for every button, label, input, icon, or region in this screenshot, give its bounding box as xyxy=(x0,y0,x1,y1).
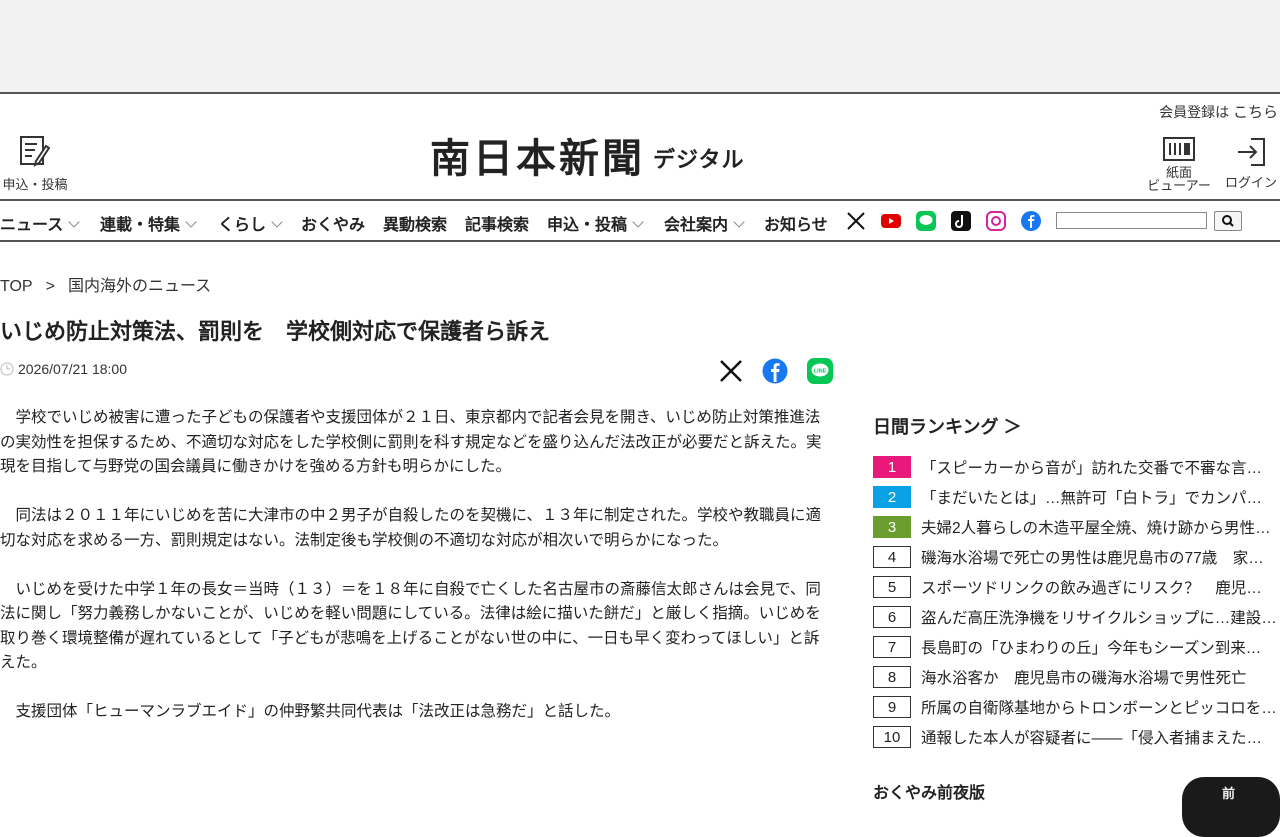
edit-document-icon xyxy=(20,136,51,167)
ranking-item[interactable]: 7 長島町の「ひまわりの丘」今年もシーズン到来… xyxy=(873,632,1277,662)
paper-viewer-button[interactable]: 紙面 ビューアー xyxy=(1142,136,1216,192)
article-date: 2026/07/21 18:00 xyxy=(0,361,127,377)
ranking-number: 1 xyxy=(873,456,911,478)
article-paragraph: いじめを受けた中学１年の長女＝当時（１３）＝を１８年に自殺で亡くした名古屋市の斎… xyxy=(0,580,821,672)
nav-article-search[interactable]: 記事検索 xyxy=(465,211,529,235)
ranking-item[interactable]: 8 海水浴客か 鹿児島市の磯海水浴場で男性死亡 xyxy=(873,662,1277,692)
ranking-item[interactable]: 1 「スピーカーから音が」訪れた交番で不審な言動… xyxy=(873,452,1277,482)
ranking-title: スポーツドリンクの飲み過ぎにリスク？ 鹿児島… xyxy=(921,580,1277,597)
ranking-item[interactable]: 4 磯海水浴場で死亡の男性は鹿児島市の77歳 家族… xyxy=(873,542,1277,572)
facebook-icon[interactable] xyxy=(1021,211,1041,231)
article-title: いじめ防止対策法、罰則を 学校側対応で保護者ら訴え xyxy=(0,319,551,344)
ranking-title: 「まだいたとは」…無許可「白トラ」でカンパニー… xyxy=(921,490,1277,507)
apply-post-button[interactable]: 申込・投稿 xyxy=(0,134,70,193)
site-logo[interactable]: 南日本新聞 デジタル xyxy=(430,136,745,182)
instagram-icon[interactable] xyxy=(986,211,1006,231)
x-icon[interactable] xyxy=(846,211,866,231)
ranking-number: 5 xyxy=(873,576,911,598)
youtube-icon[interactable] xyxy=(881,211,901,231)
ad-banner xyxy=(0,0,1280,94)
newspaper-icon xyxy=(1163,137,1195,161)
ranking-number: 8 xyxy=(873,666,911,688)
chevron-down-icon xyxy=(271,216,283,228)
search-icon xyxy=(1222,215,1234,227)
ranking-title: 所属の自衛隊基地からトロンボーンとピッコロを… xyxy=(921,700,1277,717)
okuyami-badge[interactable]: 前 xyxy=(1182,777,1280,837)
viewer-label-2: ビューアー xyxy=(1147,178,1211,193)
ranking-number: 7 xyxy=(873,636,911,658)
ranking-number: 10 xyxy=(873,726,911,748)
ranking-number: 2 xyxy=(873,486,911,508)
share-line-icon[interactable]: LINE xyxy=(807,358,833,384)
tiktok-icon[interactable] xyxy=(951,211,971,231)
login-icon xyxy=(1238,138,1265,166)
ranking-item[interactable]: 6 盗んだ高圧洗浄機をリサイクルショップに…建設… xyxy=(873,602,1277,632)
ranking-number: 6 xyxy=(873,606,911,628)
ranking-item[interactable]: 10 通報した本人が容疑者に――「侵入者捕まえた」… xyxy=(873,722,1277,752)
nav-okuyami[interactable]: おくやみ xyxy=(301,211,365,235)
ranking-item[interactable]: 9 所属の自衛隊基地からトロンボーンとピッコロを… xyxy=(873,692,1277,722)
ranking-number: 4 xyxy=(873,546,911,568)
breadcrumb-current[interactable]: 国内海外のニュース xyxy=(68,278,211,295)
ranking-list: 1 「スピーカーから音が」訪れた交番で不審な言動… 2 「まだいたとは」…無許可「白ト… xyxy=(873,452,1277,752)
ranking-title: 海水浴客か 鹿児島市の磯海水浴場で男性死亡 xyxy=(921,670,1247,687)
svg-text:LINE: LINE xyxy=(814,369,827,375)
breadcrumb: TOP > 国内海外のニュース xyxy=(0,278,212,295)
chevron-down-icon xyxy=(185,216,197,228)
ranking-item[interactable]: 2 「まだいたとは」…無許可「白トラ」でカンパニー… xyxy=(873,482,1277,512)
ranking-item[interactable]: 3 夫婦2人暮らしの木造平屋全焼、焼け跡から男性… xyxy=(873,512,1277,542)
member-register: 会員登録は こちら xyxy=(1159,104,1278,121)
apply-post-label: 申込・投稿 xyxy=(2,177,68,192)
search-button[interactable] xyxy=(1214,211,1242,231)
ranking-title: 「スピーカーから音が」訪れた交番で不審な言動… xyxy=(921,460,1277,477)
logo-main-text: 南日本新聞 xyxy=(430,135,645,182)
ranking-title: 磯海水浴場で死亡の男性は鹿児島市の77歳 家族… xyxy=(921,550,1277,567)
ranking-number: 9 xyxy=(873,696,911,718)
nav-news[interactable]: ニュース xyxy=(0,211,80,235)
nav-life[interactable]: くらし xyxy=(218,211,283,235)
ranking-number: 3 xyxy=(873,516,911,538)
share-x-icon[interactable] xyxy=(718,358,744,384)
breadcrumb-top[interactable]: TOP xyxy=(0,278,33,295)
login-label: ログイン xyxy=(1224,175,1277,190)
ranking-heading[interactable]: 日間ランキング ＞ xyxy=(873,413,1021,439)
search-input[interactable] xyxy=(1056,212,1207,229)
article-paragraph: 支援団体「ヒューマンラブエイド」の仲野繁共同代表は「法改正は急務だ」と話した。 xyxy=(15,703,621,720)
main-nav: ニュース 連載・特集 くらし おくやみ 異動検索 記事検索 申込・投稿 会社案内… xyxy=(0,199,1280,242)
login-button[interactable]: ログイン xyxy=(1222,136,1280,191)
line-icon[interactable] xyxy=(916,211,936,231)
chevron-down-icon xyxy=(733,216,745,228)
clock-icon xyxy=(0,362,14,376)
article-body: 学校でいじめ被害に遭った子どもの保護者や支援団体が２１日、東京都内で記者会見を開… xyxy=(0,406,832,749)
nav-series[interactable]: 連載・特集 xyxy=(100,211,197,235)
okuyami-heading[interactable]: おくやみ前夜版 xyxy=(873,779,985,803)
chevron-down-icon xyxy=(632,216,644,228)
ranking-item[interactable]: 5 スポーツドリンクの飲み過ぎにリスク？ 鹿児島… xyxy=(873,572,1277,602)
share-facebook-icon[interactable] xyxy=(762,358,788,384)
article-paragraph: 同法は２０１１年にいじめを苦に大津市の中２男子が自殺したのを契機に、１３年に制定… xyxy=(0,507,822,549)
ranking-title: 長島町の「ひまわりの丘」今年もシーズン到来… xyxy=(921,640,1262,657)
chevron-down-icon xyxy=(68,216,80,228)
ranking-title: 夫婦2人暮らしの木造平屋全焼、焼け跡から男性… xyxy=(921,520,1271,537)
ranking-title: 通報した本人が容疑者に――「侵入者捕まえた」… xyxy=(921,730,1277,747)
nav-notice[interactable]: お知らせ xyxy=(764,211,828,235)
nav-company[interactable]: 会社案内 xyxy=(664,211,745,235)
nav-apply[interactable]: 申込・投稿 xyxy=(547,211,644,235)
member-register-link[interactable]: こちら xyxy=(1233,104,1278,121)
ranking-title: 盗んだ高圧洗浄機をリサイクルショップに…建設… xyxy=(921,610,1277,627)
nav-transfer-search[interactable]: 異動検索 xyxy=(383,211,447,235)
logo-sub-text: デジタル xyxy=(653,148,745,173)
article-paragraph: 学校でいじめ被害に遭った子どもの保護者や支援団体が２１日、東京都内で記者会見を開… xyxy=(0,409,822,475)
